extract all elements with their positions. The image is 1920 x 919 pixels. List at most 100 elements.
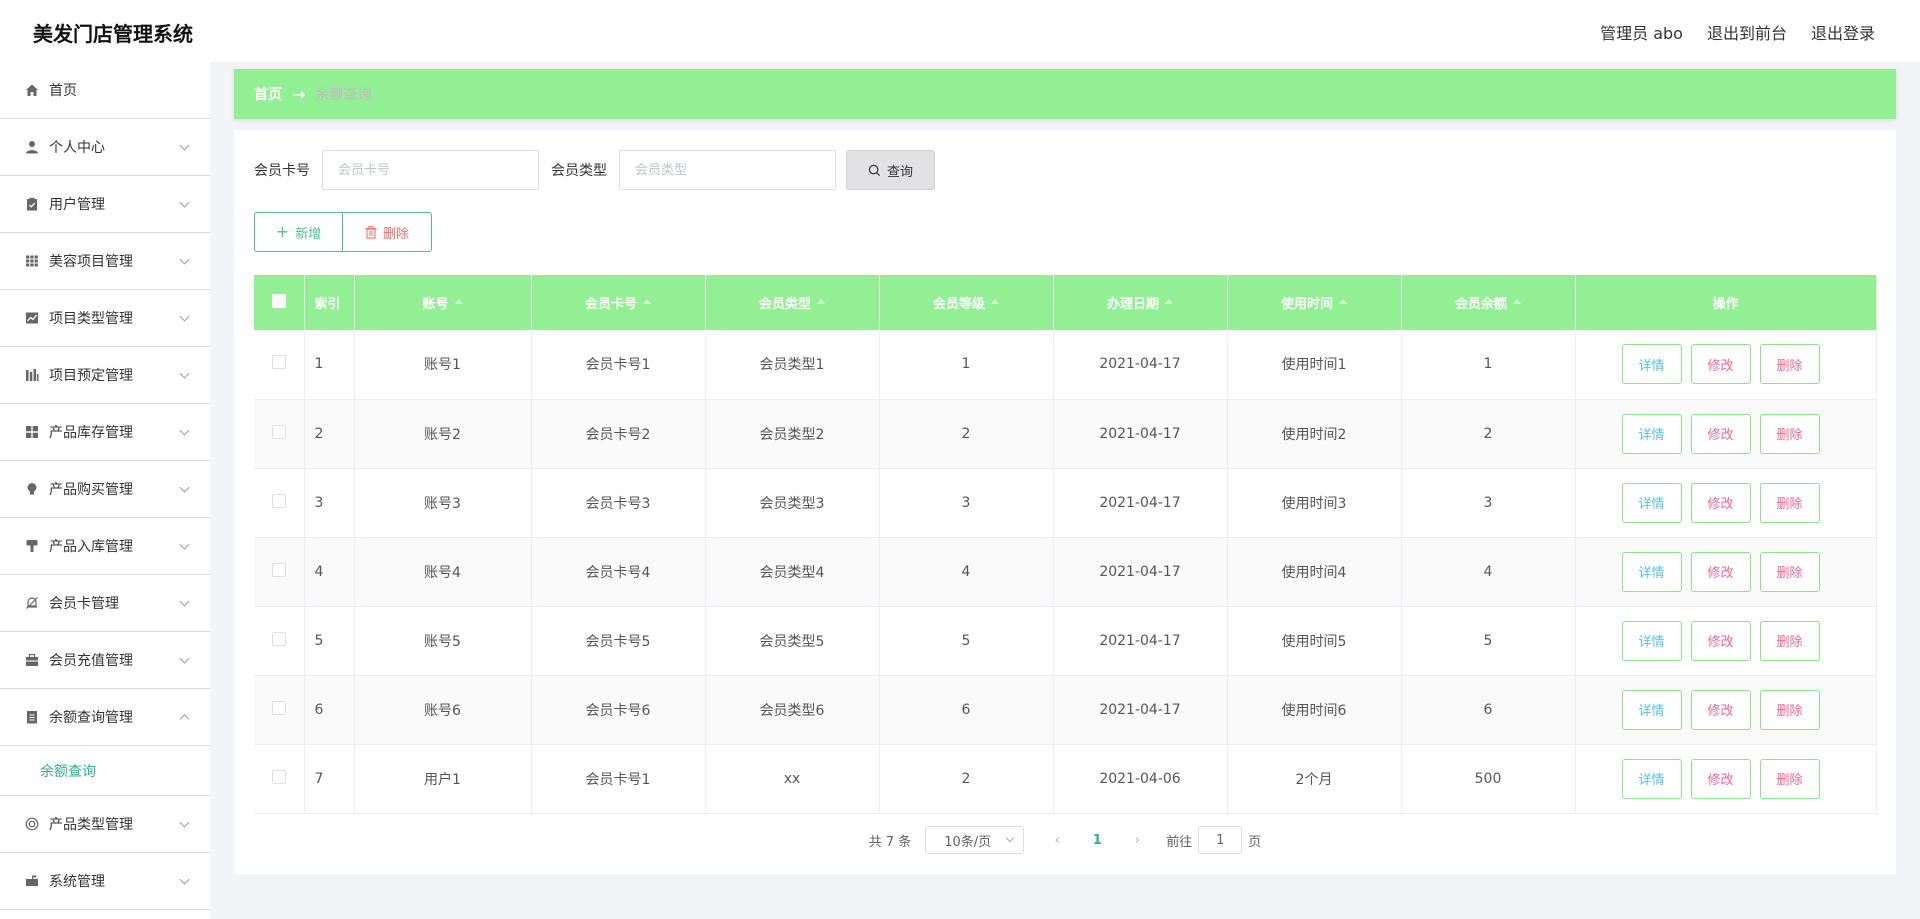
delete-button[interactable]: 删除 <box>1759 689 1820 730</box>
table-cell: 6 <box>304 675 355 745</box>
edit-button[interactable]: 修改 <box>1690 551 1751 592</box>
table-cell: 会员卡号4 <box>531 537 706 607</box>
detail-button[interactable]: 详情 <box>1621 413 1682 454</box>
member-type-input[interactable] <box>619 150 836 190</box>
add-button[interactable]: + 新增 <box>254 212 343 252</box>
row-select-cell <box>254 675 305 745</box>
sidebar-item-5[interactable]: 项目预定管理 <box>0 347 210 404</box>
delete-button[interactable]: 删除 <box>1759 758 1820 799</box>
column-header[interactable]: 会员等级 <box>879 275 1054 330</box>
sort-icon[interactable] <box>817 299 825 304</box>
sidebar-item-12[interactable]: 产品类型管理 <box>0 796 210 853</box>
sort-icon[interactable] <box>1513 299 1521 304</box>
detail-button[interactable]: 详情 <box>1621 551 1682 592</box>
detail-button[interactable]: 详情 <box>1621 689 1682 730</box>
sort-icon[interactable] <box>643 299 651 304</box>
sort-icon[interactable] <box>454 299 463 304</box>
row-actions-cell: 详情 修改 删除 <box>1575 675 1877 745</box>
chevron-down-icon <box>179 368 190 379</box>
column-header[interactable]: 会员类型 <box>705 275 880 330</box>
sidebar-item-1[interactable]: 个人中心 <box>0 119 210 176</box>
row-checkbox[interactable] <box>271 493 286 508</box>
delete-button[interactable]: 删除 <box>1759 344 1820 385</box>
row-checkbox[interactable] <box>271 424 286 439</box>
row-checkbox[interactable] <box>271 631 286 646</box>
sidebar-subitem-balance-query[interactable]: 余额查询 <box>0 746 210 796</box>
table-cell: 3 <box>1401 468 1576 538</box>
chart-icon <box>24 310 40 326</box>
edit-button[interactable]: 修改 <box>1690 620 1751 661</box>
chevron-down-icon <box>1006 833 1015 843</box>
detail-button[interactable]: 详情 <box>1621 344 1682 385</box>
delete-button[interactable]: 删除 <box>1759 482 1820 523</box>
table-cell: 会员卡号5 <box>531 606 706 676</box>
sidebar-item-2[interactable]: 用户管理 <box>0 176 210 233</box>
table-cell: 账号3 <box>354 468 532 538</box>
row-actions-cell: 详情 修改 删除 <box>1575 468 1877 538</box>
row-checkbox[interactable] <box>271 355 286 370</box>
card-number-input[interactable] <box>322 150 539 190</box>
detail-button[interactable]: 详情 <box>1621 620 1682 661</box>
column-header[interactable]: 办理日期 <box>1053 275 1228 330</box>
search-button-label: 查询 <box>886 164 913 180</box>
sidebar-item-11[interactable]: 余额查询管理 <box>0 689 210 746</box>
chevron-down-icon <box>179 482 190 493</box>
edit-button[interactable]: 修改 <box>1690 758 1751 799</box>
delete-button[interactable]: 删除 <box>1759 551 1820 592</box>
table-cell: 1 <box>1401 330 1576 400</box>
table-cell: 会员类型5 <box>705 606 880 676</box>
search-button[interactable]: 查询 <box>846 150 935 190</box>
table-cell: 会员类型2 <box>705 399 880 469</box>
goto-page-input[interactable] <box>1198 826 1243 854</box>
sidebar-item-6[interactable]: 产品库存管理 <box>0 404 210 461</box>
detail-button[interactable]: 详情 <box>1621 482 1682 523</box>
delete-button[interactable]: 删除 <box>1759 620 1820 661</box>
briefcase-icon <box>24 652 40 668</box>
table-row: 4 账号4 会员卡号4 会员类型4 4 2021-04-17 使用时间4 4 详情 修改 删除 <box>254 537 1877 607</box>
bulk-delete-button[interactable]: 删除 <box>343 212 432 252</box>
column-header[interactable]: 会员卡号 <box>531 275 706 330</box>
sidebar-item-4[interactable]: 项目类型管理 <box>0 290 210 347</box>
table-header-row: 索引 账号 会员卡号 会员类型 会员等级 办理日期 使用时间 会员余额 操作 <box>254 275 1877 330</box>
bar-chart-icon <box>24 367 40 383</box>
sidebar-item-10[interactable]: 会员充值管理 <box>0 632 210 689</box>
column-header[interactable]: 会员余额 <box>1401 275 1576 330</box>
row-checkbox[interactable] <box>271 700 286 715</box>
next-page-icon[interactable]: › <box>1122 833 1152 848</box>
table-cell: 2021-04-17 <box>1053 606 1228 676</box>
row-actions-cell: 详情 修改 删除 <box>1575 606 1877 676</box>
table-cell: 2021-04-17 <box>1053 468 1228 538</box>
goto-suffix: 页 <box>1248 834 1262 850</box>
page-number-current[interactable]: 1 <box>1082 833 1112 848</box>
row-checkbox[interactable] <box>271 769 286 784</box>
logout-link[interactable]: 退出登录 <box>1811 20 1875 44</box>
sidebar-item-label: 美容项目管理 <box>49 254 133 270</box>
sort-icon[interactable] <box>1165 299 1173 304</box>
sidebar-item-8[interactable]: 产品入库管理 <box>0 518 210 575</box>
table-cell: 账号2 <box>354 399 532 469</box>
chevron-down-icon <box>179 653 190 664</box>
exit-to-front-link[interactable]: 退出到前台 <box>1707 20 1787 44</box>
detail-button[interactable]: 详情 <box>1621 758 1682 799</box>
sidebar-item-13[interactable]: 系统管理 <box>0 853 210 910</box>
edit-button[interactable]: 修改 <box>1690 344 1751 385</box>
column-header[interactable]: 使用时间 <box>1227 275 1402 330</box>
sidebar-item-9[interactable]: 会员卡管理 <box>0 575 210 632</box>
delete-button[interactable]: 删除 <box>1759 413 1820 454</box>
select-all-checkbox[interactable] <box>271 293 286 308</box>
goto-label: 前往 <box>1166 834 1193 850</box>
page-size-select[interactable]: 10条/页 <box>925 826 1025 854</box>
sidebar-item-7[interactable]: 产品购买管理 <box>0 461 210 518</box>
sidebar-item-0[interactable]: 首页 <box>0 62 210 119</box>
breadcrumb-home[interactable]: 首页 <box>254 84 282 104</box>
sidebar-item-3[interactable]: 美容项目管理 <box>0 233 210 290</box>
prev-page-icon[interactable]: ‹ <box>1042 833 1072 848</box>
row-checkbox[interactable] <box>271 562 286 577</box>
edit-button[interactable]: 修改 <box>1690 413 1751 454</box>
document-icon <box>24 709 40 725</box>
sort-icon[interactable] <box>1339 299 1347 304</box>
column-header[interactable]: 账号 <box>354 275 532 330</box>
edit-button[interactable]: 修改 <box>1690 482 1751 523</box>
edit-button[interactable]: 修改 <box>1690 689 1751 730</box>
sort-icon[interactable] <box>991 299 999 304</box>
